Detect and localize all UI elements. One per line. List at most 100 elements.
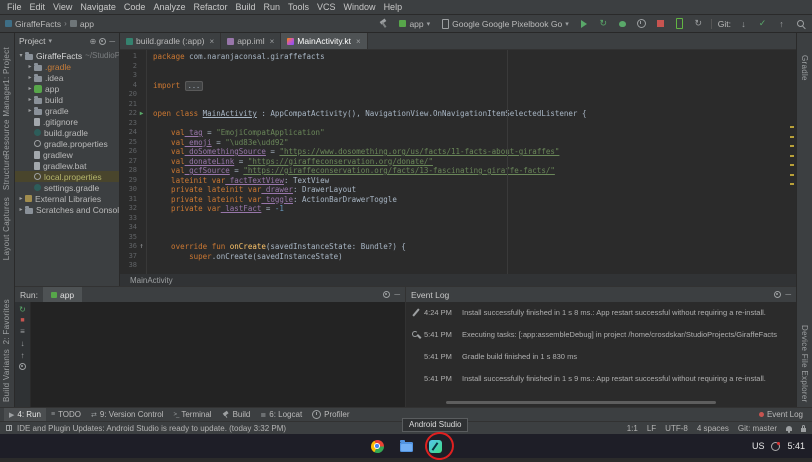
tree-item-gradlew[interactable]: gradlew bbox=[15, 149, 119, 160]
gear-icon[interactable] bbox=[383, 291, 390, 298]
warning-stripe-tick[interactable] bbox=[790, 164, 794, 166]
code-editor[interactable]: 1234202122▶2324252627282930313233343536↑… bbox=[120, 50, 796, 274]
gutter-line[interactable]: 20 bbox=[120, 90, 146, 100]
gutter-line[interactable]: 4 bbox=[120, 81, 146, 91]
menu-vcs[interactable]: VCS bbox=[313, 2, 340, 12]
android-studio-icon[interactable] bbox=[429, 440, 442, 453]
tool-tab-9-version-control[interactable]: ⇄9: Version Control bbox=[86, 408, 168, 421]
run-button[interactable] bbox=[578, 17, 591, 30]
tool-stripe-2-favorites[interactable]: 2: Favorites bbox=[2, 299, 11, 344]
tree-item-build[interactable]: ▸build bbox=[15, 94, 119, 105]
device-select[interactable]: Google Google Pixelbook Go ▾ bbox=[439, 19, 572, 29]
filter-icon[interactable]: ≡ bbox=[20, 327, 25, 336]
menu-view[interactable]: View bbox=[49, 2, 76, 12]
menu-run[interactable]: Run bbox=[260, 2, 285, 12]
menu-build[interactable]: Build bbox=[231, 2, 259, 12]
menu-window[interactable]: Window bbox=[340, 2, 380, 12]
run-tab-app[interactable]: app bbox=[43, 287, 82, 302]
locate-file-icon[interactable]: ⊕ bbox=[90, 37, 97, 46]
debug-button[interactable] bbox=[616, 17, 629, 30]
menu-navigate[interactable]: Navigate bbox=[76, 2, 120, 12]
menu-analyze[interactable]: Analyze bbox=[149, 2, 189, 12]
status-4-spaces[interactable]: 4 spaces bbox=[697, 424, 729, 433]
gear-icon[interactable] bbox=[774, 291, 781, 298]
warning-stripe-tick[interactable] bbox=[790, 136, 794, 138]
clock[interactable]: 5:41 bbox=[787, 441, 805, 451]
tool-tab-build[interactable]: Build bbox=[217, 408, 256, 421]
gutter-line[interactable]: 28 bbox=[120, 166, 146, 176]
hide-panel-icon[interactable]: ─ bbox=[785, 290, 791, 299]
git-update-button[interactable]: ↓ bbox=[737, 17, 750, 30]
expand-arrow-icon[interactable]: ▸ bbox=[17, 195, 25, 202]
gutter-line[interactable]: 33 bbox=[120, 214, 146, 224]
tool-stripe-resource-manager[interactable]: Resource Manager bbox=[2, 83, 11, 156]
tree-item-local-properties[interactable]: local.properties bbox=[15, 171, 119, 182]
gutter-line[interactable]: 24 bbox=[120, 128, 146, 138]
tool-tab-todo[interactable]: ≡TODO bbox=[46, 408, 86, 421]
warning-stripe-tick[interactable] bbox=[790, 145, 794, 147]
tree-item-gradle-properties[interactable]: gradle.properties bbox=[15, 138, 119, 149]
gear-icon[interactable] bbox=[99, 38, 106, 45]
gutter-line[interactable]: 37 bbox=[120, 252, 146, 262]
menu-tools[interactable]: Tools bbox=[284, 2, 313, 12]
warning-stripe-tick[interactable] bbox=[790, 183, 794, 185]
tool-tab-4-run[interactable]: ▶4: Run bbox=[4, 408, 46, 421]
tool-stripe-build-variants[interactable]: Build Variants bbox=[2, 349, 11, 402]
gutter-line[interactable]: 21 bbox=[120, 100, 146, 110]
tree-item-app[interactable]: ▸app bbox=[15, 83, 119, 94]
event-log-messages[interactable]: 4:24 PMInstall successfully finished in … bbox=[406, 302, 796, 407]
gutter-line[interactable]: 31 bbox=[120, 195, 146, 205]
bell-icon[interactable] bbox=[786, 426, 792, 431]
close-tab-icon[interactable]: × bbox=[210, 37, 215, 46]
tool-stripe-gradle[interactable]: Gradle bbox=[800, 55, 809, 81]
warning-stripe-tick[interactable] bbox=[790, 126, 794, 128]
gutter-line[interactable]: 29 bbox=[120, 176, 146, 186]
gutter-line[interactable]: 2 bbox=[120, 62, 146, 72]
sync-gradle-button[interactable]: ↻ bbox=[692, 17, 705, 30]
menu-file[interactable]: File bbox=[3, 2, 26, 12]
close-tab-icon[interactable]: × bbox=[356, 37, 361, 46]
status-message[interactable]: IDE and Plugin Updates: Android Studio i… bbox=[17, 424, 286, 433]
override-gutter-icon[interactable]: ↑ bbox=[137, 242, 146, 252]
run-config-select[interactable]: app ▾ bbox=[396, 19, 433, 29]
tree-item-external-libraries[interactable]: ▸External Libraries bbox=[15, 193, 119, 204]
files-icon[interactable] bbox=[400, 442, 413, 452]
gutter-line[interactable]: 26 bbox=[120, 147, 146, 157]
gutter-line[interactable]: 36↑ bbox=[120, 242, 146, 252]
menu-edit[interactable]: Edit bbox=[26, 2, 50, 12]
tool-stripe-1-project[interactable]: 1: Project bbox=[2, 47, 11, 84]
gutter-line[interactable]: 1 bbox=[120, 52, 146, 62]
tree-item-gradle[interactable]: ▸.gradle bbox=[15, 61, 119, 72]
gutter-line[interactable]: 3 bbox=[120, 71, 146, 81]
tree-item-scratches-and-consoles[interactable]: ▸Scratches and Consoles bbox=[15, 204, 119, 215]
menu-code[interactable]: Code bbox=[120, 2, 150, 12]
tool-tab-6-logcat[interactable]: ≣6: Logcat bbox=[255, 408, 307, 421]
run-console-output[interactable] bbox=[31, 302, 405, 407]
gutter-line[interactable]: 35 bbox=[120, 233, 146, 243]
status-utf-8[interactable]: UTF-8 bbox=[665, 424, 688, 433]
gutter-line[interactable]: 22▶ bbox=[120, 109, 146, 119]
expand-arrow-icon[interactable]: ▸ bbox=[17, 206, 25, 213]
expand-arrow-icon[interactable]: ▸ bbox=[26, 107, 34, 114]
stop-icon[interactable]: ■ bbox=[20, 317, 24, 324]
warning-stripe-tick[interactable] bbox=[790, 174, 794, 176]
nav-item-giraffefacts[interactable]: GiraffeFacts bbox=[5, 19, 61, 29]
gutter-line[interactable]: 25 bbox=[120, 138, 146, 148]
hide-panel-icon[interactable]: ─ bbox=[394, 290, 400, 299]
tab-app-iml[interactable]: app.iml× bbox=[221, 33, 281, 49]
tree-item-settings-gradle[interactable]: settings.gradle bbox=[15, 182, 119, 193]
console-settings-icon[interactable] bbox=[19, 363, 26, 370]
gutter-line[interactable]: 34 bbox=[120, 223, 146, 233]
profile-button[interactable] bbox=[635, 17, 648, 30]
expand-arrow-icon[interactable]: ▸ bbox=[26, 85, 34, 92]
search-everywhere-button[interactable] bbox=[794, 17, 807, 30]
nav-item-app[interactable]: app bbox=[70, 19, 94, 29]
gutter-line[interactable]: 30 bbox=[120, 185, 146, 195]
notifications-icon[interactable] bbox=[771, 442, 780, 451]
avd-manager-button[interactable] bbox=[673, 17, 686, 30]
expand-arrow-icon[interactable]: ▸ bbox=[26, 63, 34, 70]
tool-stripe-layout-captures[interactable]: Layout Captures bbox=[2, 197, 11, 260]
scroll-up-icon[interactable]: ↑ bbox=[21, 351, 25, 360]
expand-arrow-icon[interactable]: ▸ bbox=[26, 96, 34, 103]
tool-windows-icon[interactable] bbox=[6, 425, 12, 431]
